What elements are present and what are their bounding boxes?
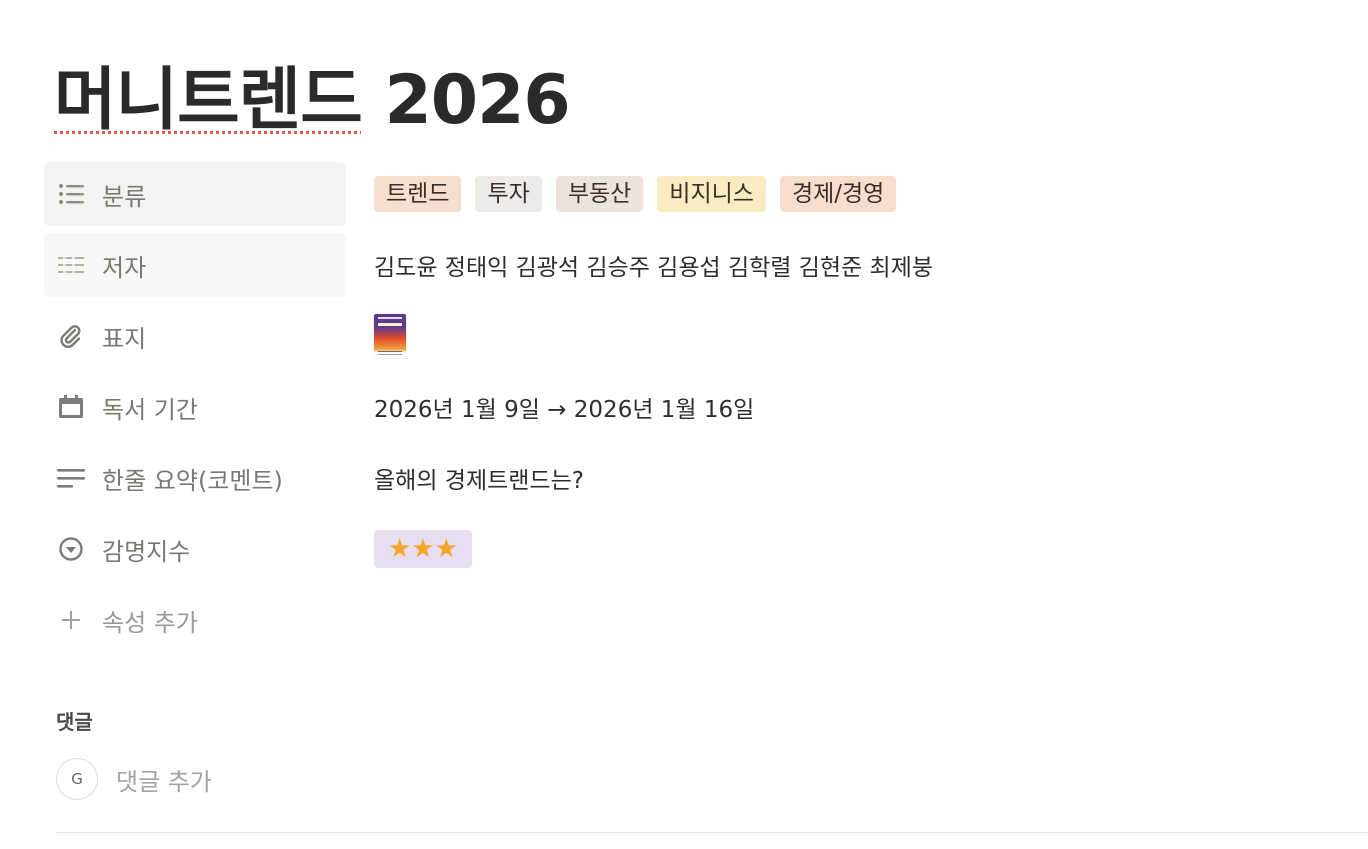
add-property-row: 속성 추가 (44, 588, 1344, 659)
property-value-impression[interactable]: ★★★ (374, 517, 472, 581)
tag-economy-management: 경제/경영 (779, 175, 897, 213)
notion-page: 머니트렌드 2026 분류 트렌드 투자 부동산 비지니스 경제/경영 저자 김… (0, 0, 1368, 849)
add-property-label: 속성 추가 (102, 608, 198, 637)
tag-business: 비지니스 (657, 175, 766, 213)
page-title-main: 머니트렌드 (54, 61, 363, 140)
property-row-category: 분류 트렌드 투자 부동산 비지니스 경제/경영 (44, 162, 1344, 233)
tag-investment: 투자 (475, 175, 542, 213)
property-label-category[interactable]: 분류 (44, 162, 346, 226)
property-value-author[interactable]: 김도윤 정태익 김광석 김승주 김용섭 김학렬 김현준 최제붕 (374, 233, 933, 297)
property-list: 분류 트렌드 투자 부동산 비지니스 경제/경영 저자 김도윤 정태익 김광석 … (44, 162, 1344, 659)
property-row-reading-period: 독서 기간 2026년 1월 9일 → 2026년 1월 16일 (44, 375, 1344, 446)
calendar-icon (56, 392, 86, 422)
tag-trend: 트렌드 (374, 175, 462, 213)
property-value-category[interactable]: 트렌드 투자 부동산 비지니스 경제/경영 (374, 162, 910, 226)
rating-stars-tag: ★★★ (374, 530, 472, 568)
list-icon (56, 179, 86, 209)
page-title[interactable]: 머니트렌드 2026 (54, 60, 571, 142)
add-comment-input[interactable]: G 댓글 추가 (56, 758, 212, 800)
property-label-text: 독서 기간 (102, 395, 198, 424)
paragraph-icon (56, 463, 86, 493)
divider (56, 832, 1368, 833)
tag-real-estate: 부동산 (555, 175, 644, 213)
property-label-text: 분류 (102, 182, 147, 211)
page-title-year: 2026 (361, 61, 570, 140)
avatar: G (56, 758, 98, 800)
property-value-reading-period[interactable]: 2026년 1월 9일 → 2026년 1월 16일 (374, 375, 754, 439)
text-lines-icon (56, 250, 86, 280)
property-label-summary[interactable]: 한줄 요약(코멘트) (44, 446, 346, 510)
property-row-author: 저자 김도윤 정태익 김광석 김승주 김용섭 김학렬 김현준 최제붕 (44, 233, 1344, 304)
property-row-cover: 표지 (44, 304, 1344, 375)
book-cover-thumbnail[interactable] (374, 314, 406, 358)
select-circle-icon (56, 534, 86, 564)
property-label-impression[interactable]: 감명지수 (44, 517, 346, 581)
property-label-reading-period[interactable]: 독서 기간 (44, 375, 346, 439)
property-label-cover[interactable]: 표지 (44, 304, 346, 368)
paperclip-icon (56, 321, 86, 351)
add-property-button[interactable]: 속성 추가 (44, 588, 346, 652)
property-value-cover[interactable] (374, 304, 406, 368)
property-value-summary[interactable]: 올해의 경제트랜드는? (374, 446, 584, 510)
property-row-impression: 감명지수 ★★★ (44, 517, 1344, 588)
comments-heading: 댓글 (56, 710, 93, 734)
property-label-text: 감명지수 (102, 537, 191, 566)
property-row-summary: 한줄 요약(코멘트) 올해의 경제트랜드는? (44, 446, 1344, 517)
property-label-text: 표지 (102, 324, 147, 353)
property-label-text: 저자 (102, 253, 147, 282)
plus-icon (56, 605, 86, 635)
property-label-author[interactable]: 저자 (44, 233, 346, 297)
property-label-text: 한줄 요약(코멘트) (102, 466, 283, 495)
add-comment-placeholder: 댓글 추가 (116, 767, 212, 796)
